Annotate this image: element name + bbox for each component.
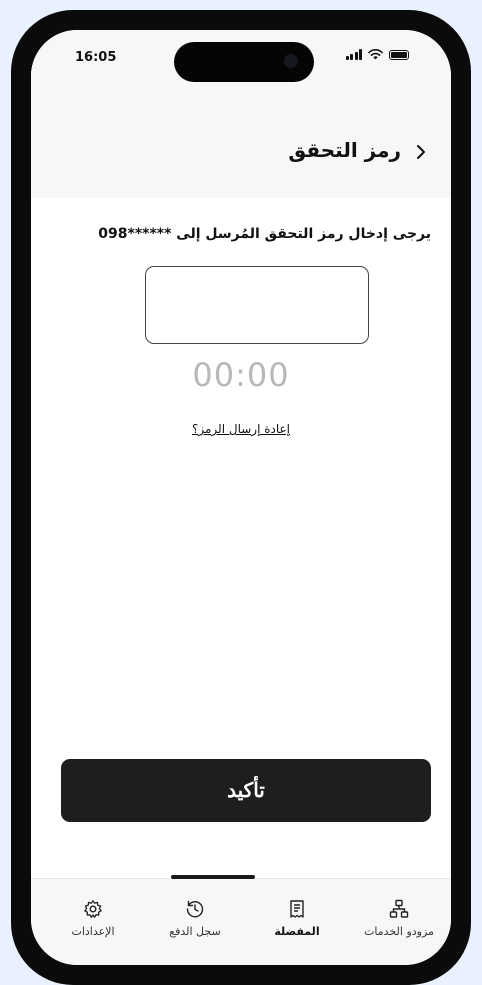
page-title: رمز التحقق bbox=[288, 138, 401, 162]
header: رمز التحقق bbox=[31, 108, 451, 198]
chevron-right-icon[interactable] bbox=[411, 142, 431, 162]
nav-label: الإعدادات bbox=[71, 925, 115, 938]
camera-icon bbox=[284, 54, 298, 68]
confirm-button[interactable]: تأكيد bbox=[61, 759, 431, 822]
countdown-timer: 00:00 bbox=[192, 356, 290, 394]
history-icon bbox=[186, 900, 204, 918]
instruction-text: يرجى إدخال رمز التحقق المُرسل إلى ******… bbox=[98, 226, 431, 242]
phone-frame: 16:05 رمز التحقق يرجى إدخال رمز التحقق ا bbox=[11, 10, 471, 985]
receipt-icon bbox=[290, 900, 304, 918]
screen: 16:05 رمز التحقق يرجى إدخال رمز التحقق ا bbox=[31, 30, 451, 965]
home-indicator bbox=[171, 875, 255, 879]
nav-item-favorites[interactable]: المفضلة bbox=[247, 899, 347, 938]
battery-icon bbox=[389, 49, 409, 60]
signal-icon bbox=[345, 49, 362, 60]
gear-icon bbox=[84, 900, 102, 918]
status-icons bbox=[345, 49, 409, 60]
resend-code-link[interactable]: إعادة إرسال الرمز؟ bbox=[31, 422, 451, 436]
dynamic-island bbox=[174, 42, 314, 82]
nav-item-settings[interactable]: الإعدادات bbox=[43, 899, 143, 938]
verification-code-input[interactable] bbox=[145, 266, 369, 344]
wifi-icon bbox=[368, 49, 383, 60]
bottom-nav: مزودو الخدمات المفضلة سجل الدفع الإعدادا… bbox=[31, 875, 451, 965]
nav-label: سجل الدفع bbox=[169, 925, 221, 938]
nav-label: المفضلة bbox=[274, 925, 320, 938]
status-time: 16:05 bbox=[75, 50, 117, 65]
nav-label: مزودو الخدمات bbox=[364, 925, 434, 938]
status-bar: 16:05 bbox=[31, 30, 451, 108]
sitemap-icon bbox=[389, 899, 409, 918]
nav-item-service-providers[interactable]: مزودو الخدمات bbox=[349, 899, 449, 938]
nav-item-payment-history[interactable]: سجل الدفع bbox=[145, 899, 245, 938]
